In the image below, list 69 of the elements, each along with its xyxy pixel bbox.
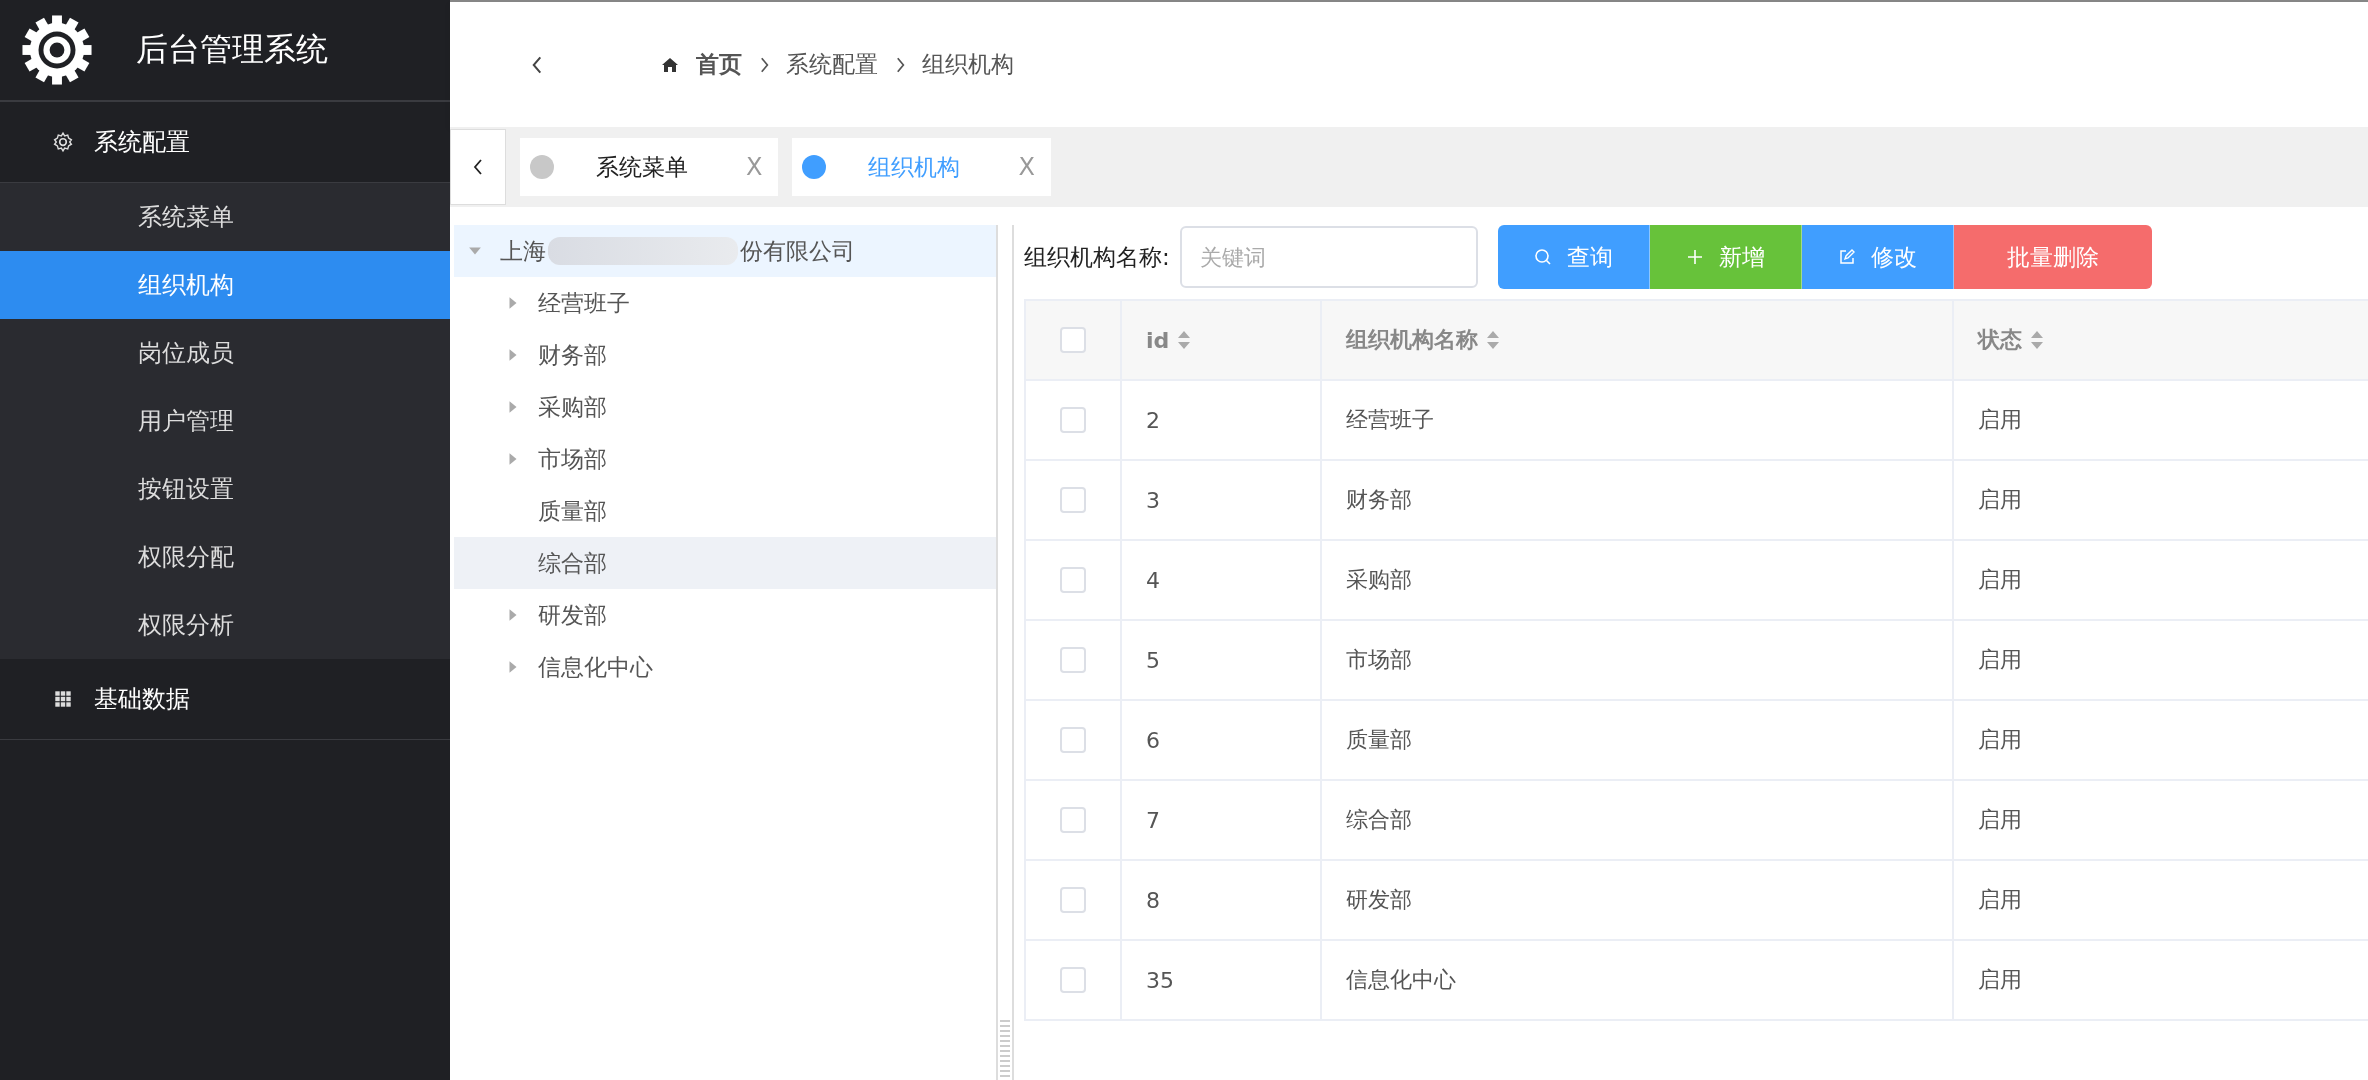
table-cell-text: 研发部 xyxy=(1346,886,1412,914)
chevron-left-icon xyxy=(472,157,484,177)
table-cell-text: 启用 xyxy=(1978,726,2022,754)
table-cell-text: 经营班子 xyxy=(1346,406,1434,434)
checkbox[interactable] xyxy=(1060,887,1086,913)
grid-icon xyxy=(52,688,74,710)
checkbox[interactable] xyxy=(1060,807,1086,833)
sort-icon[interactable] xyxy=(1177,330,1192,350)
table-cell: 8 xyxy=(1146,887,1160,913)
tree-node[interactable]: 财务部 xyxy=(454,329,996,381)
table-cell: 6 xyxy=(1146,727,1160,753)
menu-item[interactable]: 权限分配 xyxy=(0,523,450,591)
table-cell-text: 启用 xyxy=(1978,566,2022,594)
sort-icon[interactable] xyxy=(1486,330,1500,350)
tabs-back-button[interactable] xyxy=(450,129,506,205)
table-cell-text: 启用 xyxy=(1978,486,2022,514)
menu-item[interactable]: 权限分析 xyxy=(0,591,450,659)
breadcrumb-link[interactable]: 系统配置 xyxy=(786,49,878,80)
checkbox[interactable] xyxy=(1060,567,1086,593)
table-cell-text: 启用 xyxy=(1978,406,2022,434)
checkbox[interactable] xyxy=(1060,967,1086,993)
menu-item[interactable]: 用户管理 xyxy=(0,387,450,455)
table-cell: 4 xyxy=(1146,567,1160,593)
table-cell-text: 采购部 xyxy=(1346,566,1412,594)
menu-item[interactable]: 系统菜单 xyxy=(0,183,450,251)
tree-label: 份有限公司 xyxy=(740,236,855,266)
search-field[interactable]: 关键词 xyxy=(1179,226,1478,288)
checkbox[interactable] xyxy=(1060,327,1086,353)
menu-item[interactable]: 岗位成员 xyxy=(0,319,450,387)
table-cell-text: 市场部 xyxy=(1346,646,1412,674)
table-cell-text: 启用 xyxy=(1978,966,2022,994)
filter-label: 组织机构名称: xyxy=(1024,242,1170,272)
settings-icon xyxy=(52,131,74,153)
table-cell-text: 信息化中心 xyxy=(1346,966,1456,994)
tree-node[interactable]: 质量部 xyxy=(454,485,996,537)
table-cell-text: 质量部 xyxy=(1346,726,1412,754)
breadcrumb-link[interactable]: 组织机构 xyxy=(922,49,1014,80)
table-cell: 3 xyxy=(1146,487,1160,513)
tree-label: 上海 xyxy=(500,236,546,266)
sort-icon[interactable] xyxy=(2030,330,2044,350)
menu-item[interactable]: 按钮设置 xyxy=(0,455,450,523)
checkbox[interactable] xyxy=(1060,487,1086,513)
tree-node[interactable]: 市场部 xyxy=(454,433,996,485)
table-cell-text: 启用 xyxy=(1978,806,2022,834)
table-cell-text: 启用 xyxy=(1978,886,2022,914)
table-cell: 35 xyxy=(1146,967,1174,993)
checkbox[interactable] xyxy=(1060,727,1086,753)
tree-node[interactable]: 经营班子 xyxy=(454,277,996,329)
resize-handle-icon[interactable] xyxy=(1000,1020,1010,1080)
tab-label[interactable]: 系统菜单 xyxy=(596,151,726,183)
table-cell: 5 xyxy=(1146,647,1160,673)
tree-node[interactable]: 采购部 xyxy=(454,381,996,433)
separator-icon xyxy=(758,55,770,74)
tree-node[interactable]: 上海 份有限公司 xyxy=(454,225,996,277)
app-title: 后台管理系统 xyxy=(136,29,328,70)
tab[interactable]: 系统菜单 X xyxy=(520,138,779,196)
checkbox[interactable] xyxy=(1060,647,1086,673)
table-cell: 7 xyxy=(1146,807,1160,833)
tree-node[interactable]: 综合部 xyxy=(454,537,996,589)
breadcrumb-link[interactable]: 首页 xyxy=(696,49,742,80)
gear-logo-icon xyxy=(20,13,94,87)
tree-node[interactable]: 信息化中心 xyxy=(454,641,996,693)
tree-node[interactable]: 研发部 xyxy=(454,589,996,641)
separator-icon xyxy=(894,55,906,74)
table-cell: 2 xyxy=(1146,407,1160,433)
checkbox[interactable] xyxy=(1060,407,1086,433)
table-cell-text: 综合部 xyxy=(1346,806,1412,834)
table-cell-text: 财务部 xyxy=(1346,486,1412,514)
table-cell-text: 启用 xyxy=(1978,646,2022,674)
